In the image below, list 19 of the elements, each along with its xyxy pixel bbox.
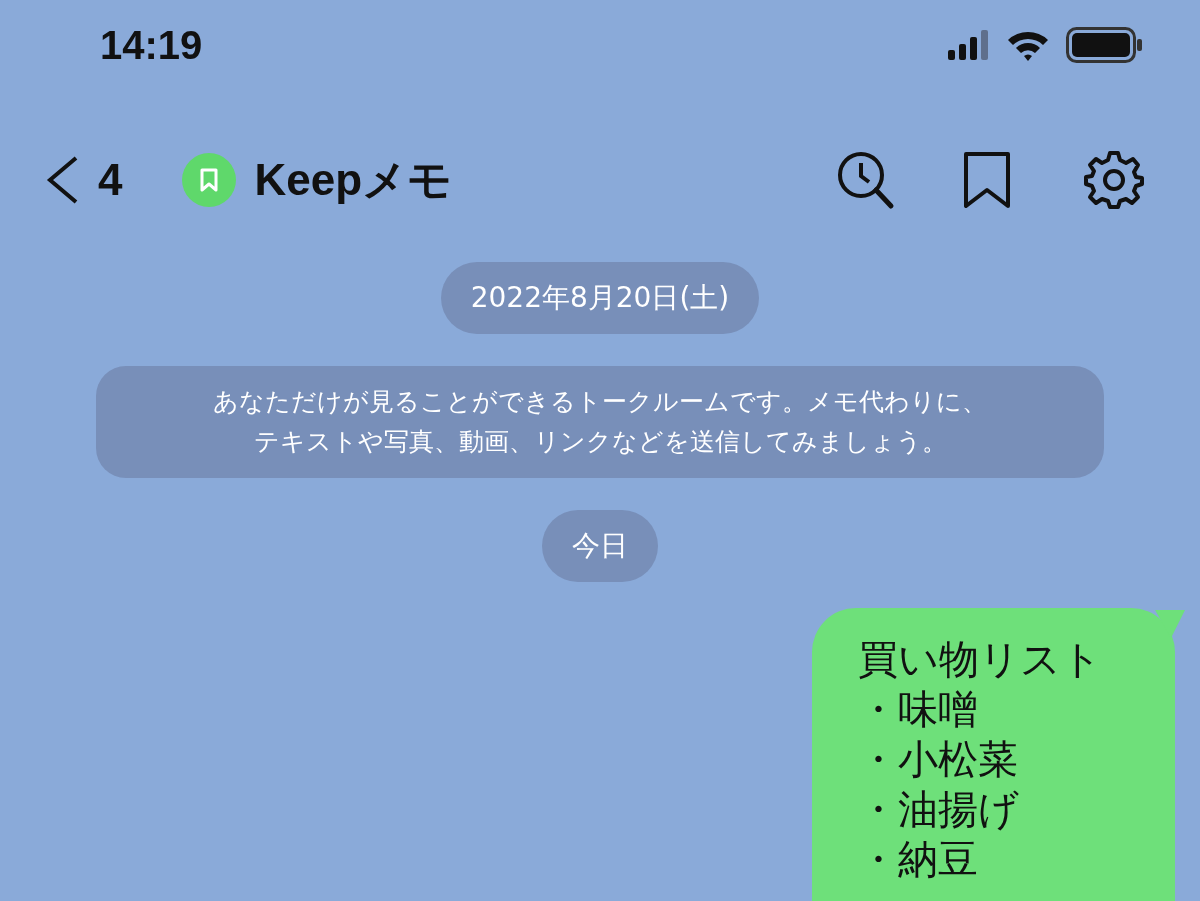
back-button[interactable]: 4 [44,155,123,205]
bookmark-avatar-icon [182,153,237,207]
battery-icon [1066,27,1144,63]
bookmark-icon[interactable] [962,151,1012,209]
status-time: 14:19 [100,22,203,68]
message-line: ・味噌 [858,685,978,734]
date-label: 2022年8月20日(土) [440,262,760,334]
notice-line: あなただけが見ることができるトークルームです。メモ代わりに、 [213,386,987,418]
message-line: ・小松菜 [858,735,1018,784]
message-line: ・納豆 [858,835,978,884]
wifi-icon [1006,29,1050,61]
signal-icon [948,30,990,60]
chat-title: Keepメモ [254,153,453,206]
back-chevron-icon[interactable] [44,155,80,205]
message-line: 買い物リスト [858,635,1102,684]
notice-line: テキストや写真、動画、リンクなどを送信してみましょう。 [253,426,947,458]
settings-icon[interactable] [1084,150,1144,210]
date-label: 今日 [542,510,658,582]
message-line: ・油揚げ [858,785,1019,834]
